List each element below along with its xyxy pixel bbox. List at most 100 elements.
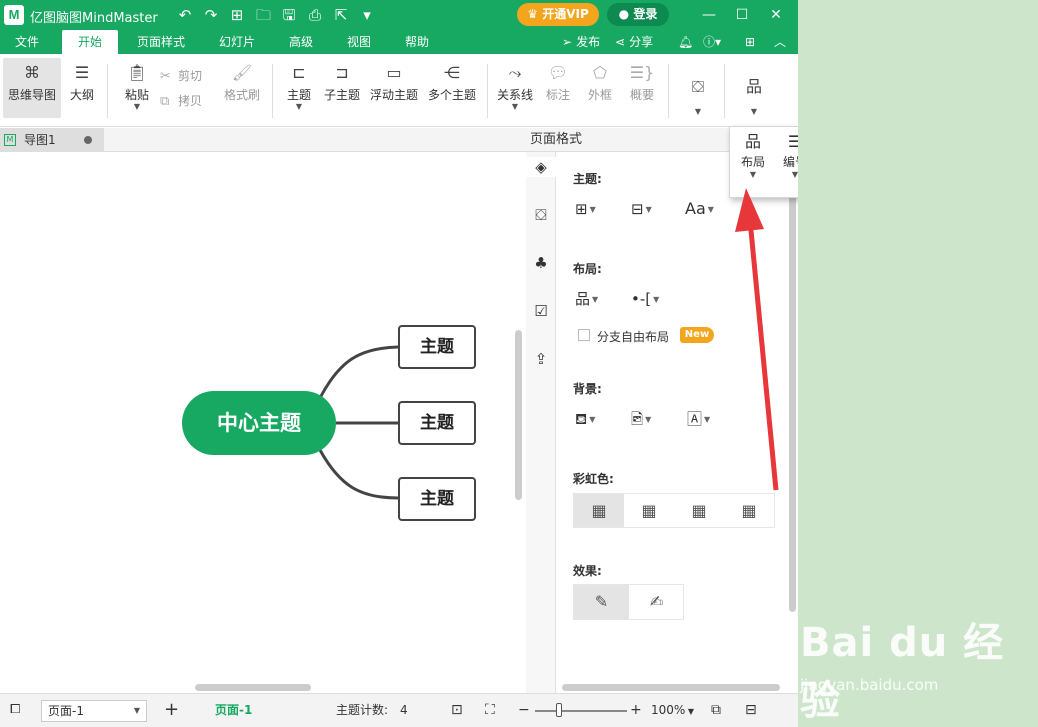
panel-toggle-icon[interactable]: ⊟ — [745, 694, 757, 727]
layout-dropdown-button[interactable]: 品 ▼ — [736, 58, 772, 118]
publish-button[interactable]: ➢ 发布 — [562, 30, 600, 54]
numbering-label: 编号 — [782, 155, 798, 169]
chevron-down-icon: ▼ — [694, 107, 702, 116]
chevron-down-icon: ▼ — [592, 294, 599, 304]
crown-icon: ♛ — [527, 7, 543, 21]
apps-grid-icon[interactable]: ⊞ — [745, 30, 755, 54]
login-button-label: 登录 — [633, 7, 658, 21]
summary-button[interactable]: ☰} 概要 — [625, 58, 659, 118]
org-chart-icon: 品 — [744, 132, 761, 151]
status-bar: ⧠ 页面-1 ▼ + 页面-1 主题计数: 4 ⊡ ⛶ − + 100% ▼ ⧉ … — [0, 693, 798, 727]
chevron-down-icon: ▼ — [685, 707, 695, 716]
background-section-title: 背景: — [573, 382, 602, 396]
maximize-button[interactable]: ☐ — [730, 4, 754, 26]
page-select[interactable]: 页面-1 ▼ — [41, 700, 147, 722]
clipart-button[interactable]: ⛋ ▼ — [680, 58, 716, 118]
chevron-down-icon: ▼ — [791, 170, 798, 179]
org-chart-icon: 品 — [745, 77, 762, 96]
chevron-down-icon: ▼ — [645, 414, 652, 424]
annotation-arrow — [735, 188, 779, 491]
app-window: M 亿图脑图MindMaster ↶ ↷ ⊞ 🗀 🖫 ⎙ ⇱ ▾ ♛ 开通VIP… — [0, 0, 798, 727]
share-button[interactable]: ⋖ 分享 — [615, 30, 653, 54]
share-icon: ⋖ — [615, 35, 626, 49]
paint-bucket-icon: ⛾ — [575, 410, 588, 428]
page-tab-active[interactable]: 页面-1 — [215, 694, 252, 727]
layout-section-title: 布局: — [573, 262, 602, 276]
chevron-down-icon: ▼ — [645, 204, 652, 214]
minimize-button[interactable]: — — [697, 4, 721, 26]
bell-icon[interactable]: 🔔︎ — [678, 30, 693, 54]
page-select-value: 页面-1 — [48, 704, 84, 718]
collapse-ribbon-icon[interactable]: ︿ — [774, 30, 786, 54]
topic-node[interactable]: 主题 — [398, 401, 476, 445]
task-calendar-icon[interactable]: ☑ — [531, 301, 551, 321]
zoom-slider-track[interactable] — [535, 710, 627, 712]
effect-options: ✎ ✍ — [573, 584, 684, 620]
layout-button[interactable]: 品 布局 ▼ — [738, 131, 768, 179]
pen-icon[interactable]: ✎ — [574, 585, 629, 619]
zoom-out-icon[interactable]: − — [518, 694, 530, 727]
vip-button[interactable]: ♛ 开通VIP — [517, 3, 599, 26]
boundary-button[interactable]: ⬠ 外框 — [583, 58, 617, 118]
chevron-down-icon: ▼ — [133, 706, 140, 715]
chevron-down-icon: ▼ — [653, 294, 660, 304]
fullscreen-icon[interactable]: ⛶ — [485, 694, 495, 727]
topic-count-label: 主题计数: — [336, 703, 389, 717]
canvas-horizontal-scrollbar[interactable] — [195, 684, 311, 691]
background-fill-dropdown[interactable]: ⛾ ▼ — [575, 409, 595, 429]
effect-section-title: 效果: — [573, 564, 602, 578]
panel-side-tabs: ◈ ⛋ ♣ ☑ ⇪ — [526, 152, 556, 693]
page-panel-toggle-icon[interactable]: ⧠ — [10, 694, 20, 727]
zoom-level[interactable]: 100% ▼ — [651, 694, 694, 727]
theme-style-dropdown[interactable]: ⊟ ▼ — [631, 199, 652, 219]
upload-icon[interactable]: ⇪ — [531, 349, 551, 369]
panel-horizontal-scrollbar[interactable] — [562, 684, 780, 691]
numbered-list-icon: ☰ — [787, 132, 798, 151]
topic-count-value: 4 — [400, 703, 408, 717]
canvas-vertical-scrollbar[interactable] — [515, 330, 522, 500]
summary-icon: ☰} — [629, 63, 655, 82]
callout-label: 标注 — [545, 88, 570, 102]
theme-grid-icon: ⊞ — [575, 200, 588, 218]
zoom-in-icon[interactable]: + — [630, 694, 642, 727]
share-label: 分享 — [629, 35, 654, 49]
watermark-text: Bai du 经验 — [800, 620, 1005, 724]
boundary-label: 外框 — [587, 88, 612, 102]
central-topic[interactable]: 中心主题 — [182, 391, 336, 455]
layout-style-dropdown[interactable]: 品 ▼ — [575, 289, 598, 309]
fit-page-icon[interactable]: ⊡ — [451, 694, 463, 727]
topic-node[interactable]: 主题 — [398, 325, 476, 369]
summary-label: 概要 — [629, 88, 654, 102]
clipart-icon[interactable]: ⛋ — [531, 205, 551, 225]
login-button[interactable]: ● 登录 — [607, 3, 669, 26]
rainbow-option-2[interactable]: ▦ — [624, 494, 674, 527]
topic-node[interactable]: 主题 — [398, 477, 476, 521]
image-icon: 🖻 — [631, 410, 644, 428]
zoom-slider-thumb[interactable] — [556, 703, 562, 717]
close-button[interactable]: ✕ — [764, 4, 788, 26]
clipart-icon: ⛋ — [691, 77, 705, 96]
format-brush-icon[interactable]: ◈ — [526, 157, 556, 177]
watermark: Bai du 经验 jingyan.baidu.com — [800, 610, 1030, 724]
callout-button[interactable]: 💬︎ 标注 — [541, 58, 575, 118]
ribbon-separator — [668, 64, 669, 118]
rainbow-option-1[interactable]: ▦ — [574, 494, 624, 527]
free-layout-checkbox[interactable] — [578, 329, 590, 341]
background-image-dropdown[interactable]: 🖻 ▼ — [631, 409, 651, 429]
connector-icon: •-[ — [631, 290, 652, 308]
connector-style-dropdown[interactable]: •-[▼ — [631, 289, 659, 309]
callout-icon: 💬︎ — [547, 63, 569, 82]
theme-grid-alt-icon: ⊟ — [631, 200, 644, 218]
help-icon[interactable]: ⓘ▾ — [703, 30, 721, 54]
handdrawn-pen-icon[interactable]: ✍ — [629, 585, 684, 619]
theme-section-title: 主题: — [573, 172, 602, 186]
free-layout-label: 分支自由布局 — [597, 330, 670, 344]
add-page-icon[interactable]: + — [164, 694, 179, 727]
theme-layout-dropdown[interactable]: ⊞ ▼ — [575, 199, 596, 219]
layout-label: 布局 — [740, 155, 765, 169]
numbering-button[interactable]: ☰ 编号 ▼ — [780, 131, 798, 179]
chevron-down-icon: ▼ — [589, 414, 596, 424]
org-chart-icon: 品 — [575, 290, 591, 308]
fit-window-icon[interactable]: ⧉ — [711, 694, 721, 727]
clover-icon[interactable]: ♣ — [531, 253, 551, 273]
